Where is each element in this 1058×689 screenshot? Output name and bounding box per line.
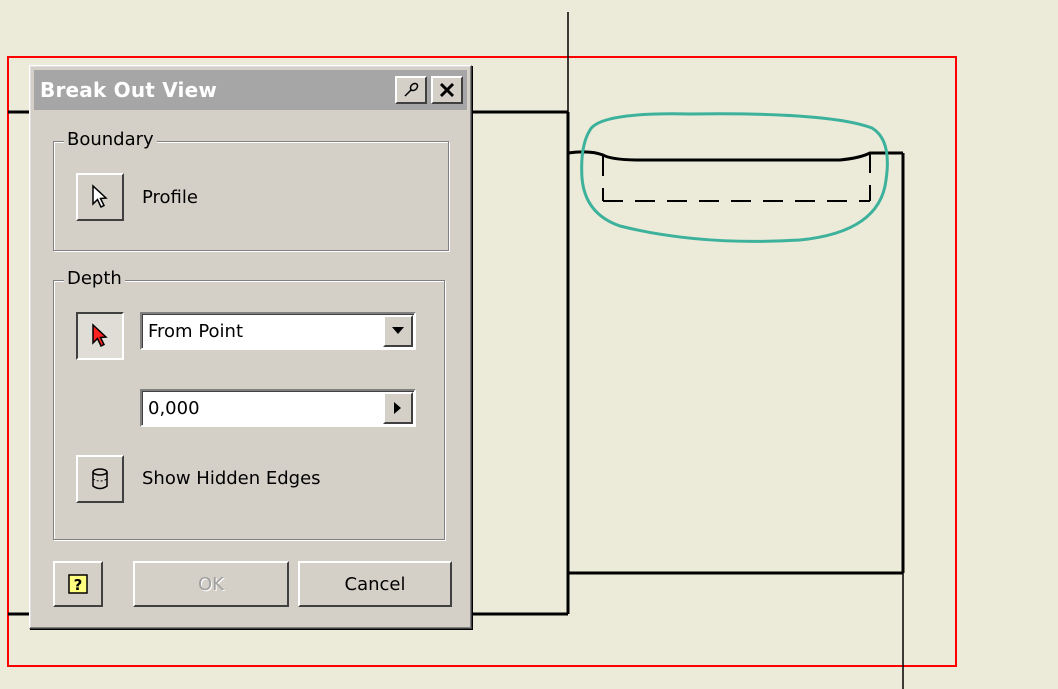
ok-button-label: OK	[198, 573, 224, 595]
boundary-group: Boundary Profile	[53, 129, 449, 251]
cylinder-icon	[92, 468, 108, 490]
depth-distance-value: 0,000	[148, 397, 200, 419]
close-icon	[439, 82, 455, 98]
show-hidden-edges-button[interactable]	[76, 455, 124, 503]
svg-text:?: ?	[74, 576, 83, 594]
cancel-button[interactable]: Cancel	[298, 561, 452, 607]
depth-mode-value: From Point	[148, 320, 244, 342]
pin-button[interactable]	[395, 76, 427, 104]
triangle-down-icon	[392, 327, 404, 334]
dropdown-arrow-button[interactable]	[383, 315, 413, 347]
red-arrow-cursor-icon	[92, 323, 108, 348]
highlight-circle	[580, 112, 889, 243]
close-button[interactable]	[431, 76, 463, 104]
profile-select-button[interactable]	[76, 173, 124, 221]
help-icon: ?	[68, 574, 88, 594]
boundary-group-label: Boundary	[64, 129, 157, 150]
right-drawing-view[interactable]	[567, 150, 905, 575]
break-out-view-dialog[interactable]: Break Out View Boundary Profile Depth Fr…	[29, 65, 472, 629]
pin-icon	[404, 82, 419, 97]
show-hidden-edges-label: Show Hidden Edges	[142, 468, 321, 489]
dialog-title: Break Out View	[40, 78, 218, 102]
dialog-titlebar[interactable]: Break Out View	[34, 70, 467, 110]
depth-distance-input[interactable]: 0,000	[140, 389, 416, 427]
triangle-right-icon	[394, 402, 401, 414]
depth-point-select-button[interactable]	[76, 312, 124, 360]
arrow-cursor-icon	[92, 184, 108, 209]
profile-label: Profile	[142, 187, 198, 208]
cancel-button-label: Cancel	[344, 573, 406, 595]
help-button[interactable]: ?	[53, 561, 103, 607]
distance-flyout-button[interactable]	[383, 392, 413, 424]
depth-group: Depth From Point 0,000 Show Hidden Edges	[53, 268, 445, 540]
ok-button[interactable]: OK	[133, 561, 289, 607]
depth-mode-dropdown[interactable]: From Point	[140, 312, 416, 350]
depth-group-label: Depth	[64, 268, 125, 289]
